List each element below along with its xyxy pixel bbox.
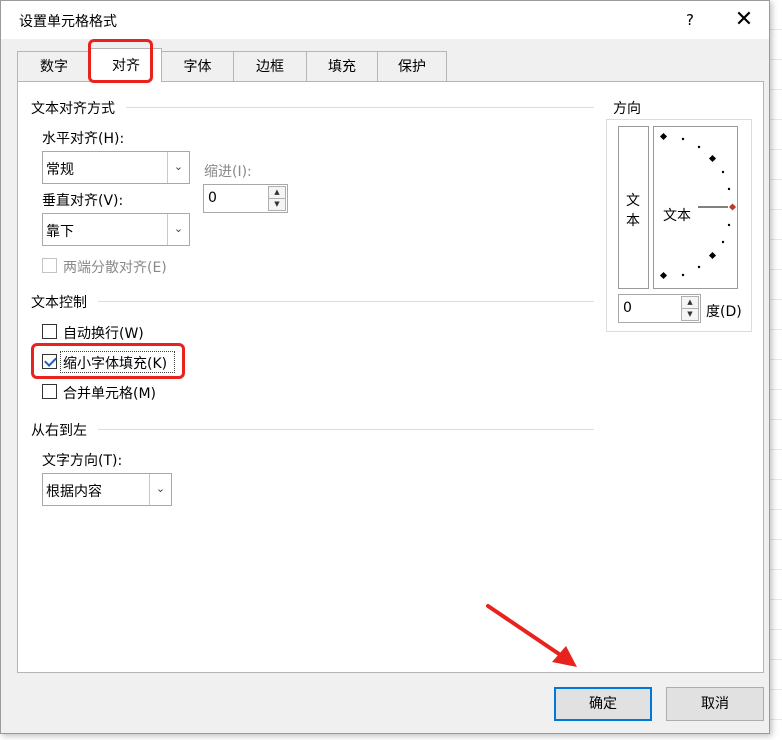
section-divider xyxy=(98,301,594,302)
vertical-align-value: 靠下 xyxy=(46,224,74,240)
cancel-button[interactable]: 取消 xyxy=(666,687,764,721)
section-divider xyxy=(98,429,594,430)
help-button[interactable]: ? xyxy=(679,7,701,33)
horizontal-align-value: 常规 xyxy=(46,162,74,178)
tab-number[interactable]: 数字 xyxy=(17,51,91,82)
text-direction-value: 根据内容 xyxy=(46,484,102,500)
orientation-dial[interactable]: 文本 xyxy=(653,126,738,289)
section-rtl-title: 从右到左 xyxy=(31,423,87,439)
text-direction-select[interactable]: 根据内容 ⌄ xyxy=(42,473,172,506)
focus-indicator xyxy=(60,351,175,373)
vertical-text-char: 文 xyxy=(626,193,640,209)
horizontal-align-select[interactable]: 常规 ⌄ xyxy=(42,151,190,184)
tab-alignment[interactable]: 对齐 xyxy=(90,48,162,82)
dialog-titlebar: 设置单元格格式 ? ✕ xyxy=(1,1,769,39)
merge-cells-checkbox[interactable] xyxy=(42,384,57,399)
indent-label: 缩进(I): xyxy=(204,164,252,180)
section-text-control-title: 文本控制 xyxy=(31,295,87,311)
tab-font[interactable]: 字体 xyxy=(161,51,234,82)
section-text-alignment-title: 文本对齐方式 xyxy=(31,101,115,117)
wrap-text-checkbox[interactable] xyxy=(42,324,57,339)
dialog-title: 设置单元格格式 xyxy=(19,14,117,30)
section-divider xyxy=(126,107,594,108)
ok-button[interactable]: 确定 xyxy=(554,687,652,721)
indent-spinner[interactable]: 0 ▲ ▼ xyxy=(203,184,288,213)
text-direction-label: 文字方向(T): xyxy=(42,453,123,469)
indent-value: 0 xyxy=(208,190,217,206)
section-orientation-title: 方向 xyxy=(613,101,641,117)
merge-cells-label: 合并单元格(M) xyxy=(63,386,157,402)
vertical-text-char: 本 xyxy=(626,213,640,229)
vertical-align-label: 垂直对齐(V): xyxy=(42,193,124,209)
horizontal-align-label: 水平对齐(H): xyxy=(42,131,125,147)
degrees-label: 度(D) xyxy=(706,304,742,320)
format-cells-dialog: 设置单元格格式 ? ✕ 数字 对齐 字体 边框 填充 保护 文本对齐方式 水平对… xyxy=(0,0,770,734)
tab-protection[interactable]: 保护 xyxy=(377,51,447,82)
wrap-text-label: 自动换行(W) xyxy=(63,326,144,342)
chevron-down-icon[interactable]: ⌄ xyxy=(149,474,171,505)
chevron-down-icon[interactable]: ⌄ xyxy=(167,152,189,183)
justify-distributed-label: 两端分散对齐(E) xyxy=(63,260,167,276)
tab-fill[interactable]: 填充 xyxy=(306,51,378,82)
justify-distributed-checkbox[interactable] xyxy=(42,258,57,273)
chevron-down-icon[interactable]: ⌄ xyxy=(167,214,189,245)
degrees-spinner[interactable]: 0 ▲ ▼ xyxy=(618,294,701,323)
tab-border[interactable]: 边框 xyxy=(233,51,307,82)
vertical-text-toggle[interactable]: 文 本 xyxy=(618,126,649,289)
annotation-arrow-icon xyxy=(486,604,577,667)
shrink-to-fit-checkbox[interactable] xyxy=(42,354,57,369)
close-button[interactable]: ✕ xyxy=(729,5,759,35)
degrees-value: 0 xyxy=(623,300,632,316)
dial-text: 文本 xyxy=(663,208,691,224)
spin-down-icon[interactable]: ▼ xyxy=(681,308,699,321)
spin-down-icon[interactable]: ▼ xyxy=(268,198,286,211)
vertical-align-select[interactable]: 靠下 ⌄ xyxy=(42,213,190,246)
